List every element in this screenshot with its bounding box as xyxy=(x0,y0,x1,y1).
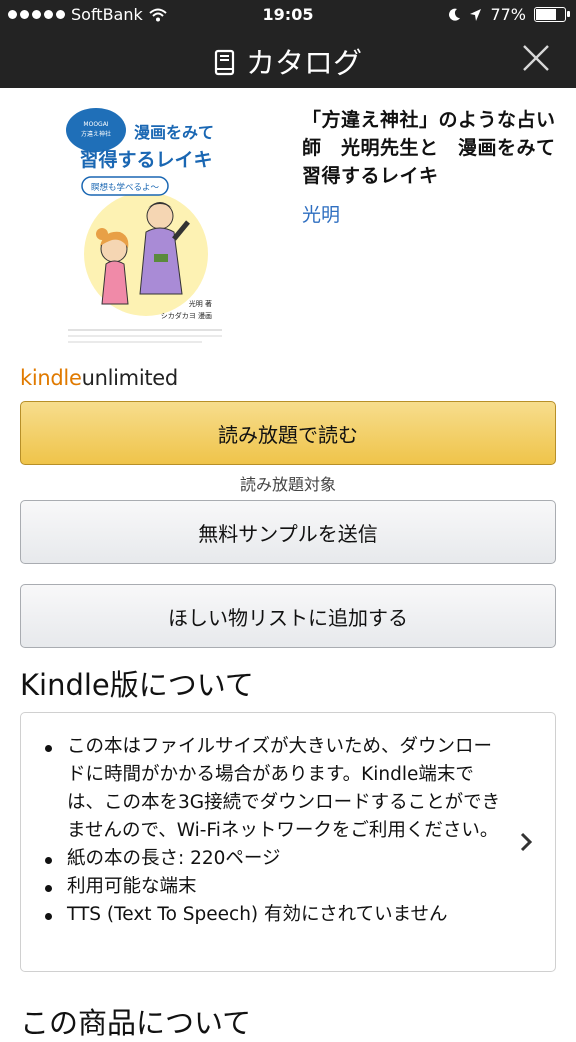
location-icon xyxy=(470,8,482,21)
unlimited-logo-text: unlimited xyxy=(81,366,179,390)
battery-fill xyxy=(536,9,556,20)
app-header: カタログ xyxy=(0,30,576,88)
header-title-text: カタログ xyxy=(245,46,362,80)
battery-percent: 77% xyxy=(490,5,526,24)
unlimited-eligible-note: 読み放題対象 xyxy=(239,475,336,494)
author-link[interactable]: 光明 xyxy=(302,200,340,227)
send-sample-button[interactable]: 無料サンプルを送信 xyxy=(20,500,556,564)
catalog-icon xyxy=(214,49,235,76)
list-item: TTS (Text To Speech) 有効にされていません xyxy=(45,901,503,929)
list-item: この本はファイルサイズが大きいため、ダウンロードに時間がかかる場合があります。K… xyxy=(45,733,503,845)
book-title: 「方違え神社」のような占い師 光明先生と 漫画をみて 習得するレイキ xyxy=(302,109,576,187)
header-title: カタログ xyxy=(0,40,576,82)
close-icon[interactable] xyxy=(522,44,550,72)
list-item: 利用可能な端末 xyxy=(45,873,503,901)
battery-icon xyxy=(534,7,570,22)
kindle-info-list: この本はファイルサイズが大きいため、ダウンロードに時間がかかる場合があります。K… xyxy=(21,713,555,929)
kindle-section-title: Kindle版について xyxy=(20,668,254,702)
book-cover[interactable]: MOOGAI 方違え神社 漫画をみて 習得するレイキ 瞑想も学べるよ〜 光明 著… xyxy=(62,104,230,348)
cover-credit-artist: シカダカヨ 漫画 xyxy=(161,311,212,320)
cover-tagline: 瞑想も学べるよ〜 xyxy=(91,182,160,193)
cover-headline-1: 漫画をみて xyxy=(134,123,214,142)
list-item: 紙の本の長さ: 220ページ xyxy=(45,845,503,873)
cover-headline-2: 習得するレイキ xyxy=(79,148,212,171)
chevron-right-icon[interactable] xyxy=(519,831,533,853)
add-to-wishlist-button[interactable]: ほしい物リストに追加する xyxy=(20,584,556,648)
cover-badge-line1: MOOGAI xyxy=(83,121,108,128)
read-unlimited-button[interactable]: 読み放題で読む xyxy=(20,401,556,465)
kindle-info-box[interactable]: この本はファイルサイズが大きいため、ダウンロードに時間がかかる場合があります。K… xyxy=(20,712,556,972)
moon-icon xyxy=(449,8,461,21)
cover-credit-author: 光明 著 xyxy=(189,299,212,308)
product-section-title: この商品について xyxy=(20,1006,252,1040)
cover-badge-line2: 方違え神社 xyxy=(81,130,111,138)
kindle-unlimited-logo: kindleunlimited xyxy=(20,366,178,390)
status-bar: SoftBank 19:05 77% xyxy=(0,0,576,30)
status-bar-right: 77% xyxy=(448,5,570,24)
kindle-logo-text: kindle xyxy=(20,366,82,390)
